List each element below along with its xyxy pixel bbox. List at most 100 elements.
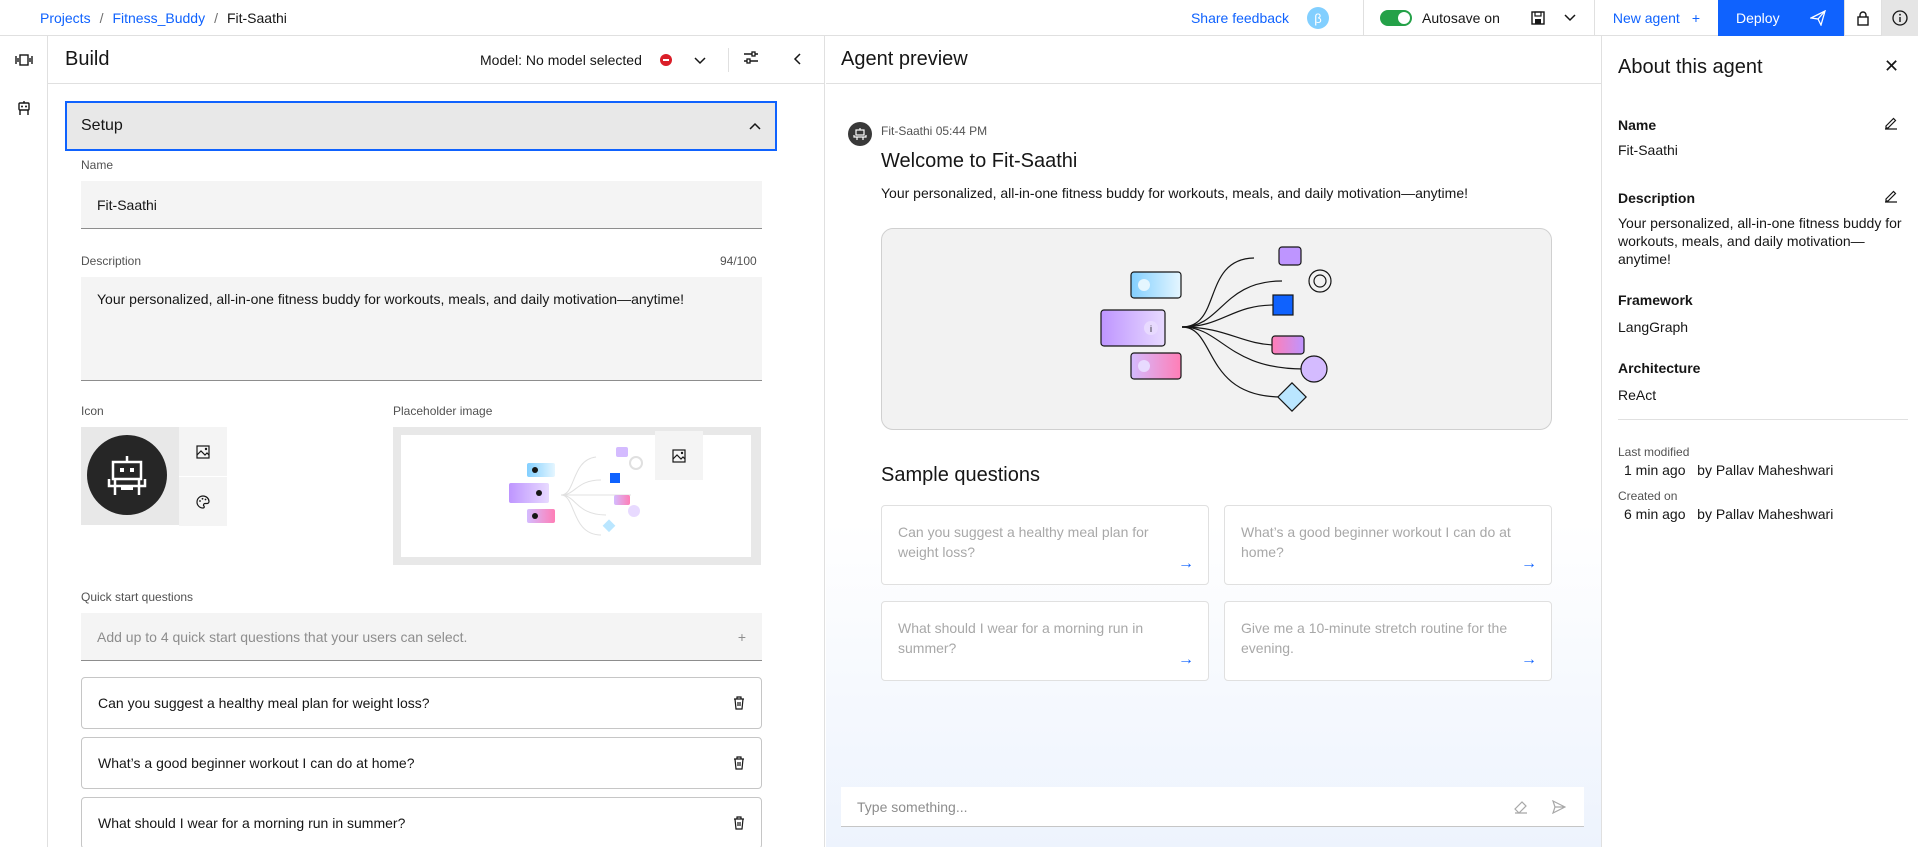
breadcrumb: Projects / Fitness_Buddy / Fit-Saathi xyxy=(40,0,287,36)
message-time: 05:44 PM xyxy=(935,124,988,138)
icon-preview xyxy=(81,427,179,525)
setup-title: Setup xyxy=(81,117,123,134)
trash-icon[interactable] xyxy=(733,696,745,710)
color-palette-icon[interactable] xyxy=(179,477,227,526)
top-bar: Projects / Fitness_Buddy / Fit-Saathi Sh… xyxy=(0,0,1918,36)
agent-preview-panel: Agent preview Fit-Saathi 05:44 PM Welcom… xyxy=(826,36,1601,847)
about-name-label: Name xyxy=(1618,117,1657,133)
breadcrumb-separator: / xyxy=(214,10,218,26)
error-icon xyxy=(659,53,672,66)
chat-tools xyxy=(1514,799,1566,814)
breadcrumb-projects[interactable]: Projects xyxy=(40,10,91,26)
chevron-down-icon[interactable] xyxy=(1556,0,1584,36)
build-title: Build xyxy=(65,48,110,70)
quick-start-item: Can you suggest a healthy meal plan for … xyxy=(81,677,762,729)
quick-start-input[interactable]: Add up to 4 quick start questions that y… xyxy=(81,613,762,661)
sample-question-card[interactable]: Can you suggest a healthy meal plan for … xyxy=(881,505,1209,585)
quick-start-text: Can you suggest a healthy meal plan for … xyxy=(98,695,430,711)
created-label: Created on xyxy=(1618,489,1678,503)
about-panel: About this agent ✕ Name Fit-Saathi Descr… xyxy=(1601,36,1918,847)
sample-question-text: What’s a good beginner workout I can do … xyxy=(1241,524,1511,560)
build-panel: Build Model: No model selected Setup Nam… xyxy=(48,36,825,847)
send-icon[interactable] xyxy=(1552,799,1566,814)
deploy-label: Deploy xyxy=(1736,10,1780,26)
info-icon[interactable] xyxy=(1881,0,1918,36)
chevron-down-icon[interactable] xyxy=(694,52,706,68)
description-label: Description xyxy=(81,254,142,268)
sample-question-card[interactable]: Give me a 10-minute stretch routine for … xyxy=(1224,601,1552,681)
name-label: Name xyxy=(81,158,114,172)
build-icon[interactable] xyxy=(0,36,48,84)
placeholder-image xyxy=(393,427,761,565)
autosave-label: Autosave on xyxy=(1422,10,1500,26)
sample-question-card[interactable]: What should I wear for a morning run in … xyxy=(881,601,1209,681)
edit-icon[interactable] xyxy=(1884,116,1898,133)
quick-start-label: Quick start questions xyxy=(81,590,194,604)
sample-question-text: What should I wear for a morning run in … xyxy=(898,620,1144,656)
check-icon: ✓ xyxy=(1384,11,1393,22)
last-modified-by: by Pallav Maheshwari xyxy=(1697,462,1834,478)
quick-start-item: What’s a good beginner workout I can do … xyxy=(81,737,762,789)
new-agent-button[interactable]: New agent + xyxy=(1595,0,1718,36)
description-value: Your personalized, all-in-one fitness bu… xyxy=(97,291,685,307)
sample-questions-title: Sample questions xyxy=(881,464,1040,486)
placeholder-label: Placeholder image xyxy=(393,404,493,418)
created-value: 6 min ago xyxy=(1624,506,1686,522)
quick-start-text: What’s a good beginner workout I can do … xyxy=(98,755,415,771)
eraser-icon[interactable] xyxy=(1514,800,1528,814)
build-header: Build Model: No model selected xyxy=(48,36,824,84)
close-icon[interactable]: ✕ xyxy=(1884,56,1899,77)
sample-question-text: Can you suggest a healthy meal plan for … xyxy=(898,524,1149,560)
edit-icon[interactable] xyxy=(1884,189,1898,206)
icon-label: Icon xyxy=(81,404,104,418)
breadcrumb-project[interactable]: Fitness_Buddy xyxy=(112,10,205,26)
quick-start-text: What should I wear for a morning run in … xyxy=(98,815,406,831)
quick-start-placeholder: Add up to 4 quick start questions that y… xyxy=(97,628,468,645)
sample-question-card[interactable]: What’s a good beginner workout I can do … xyxy=(1224,505,1552,585)
add-icon: + xyxy=(1691,10,1700,26)
preview-title: Agent preview xyxy=(841,48,968,70)
agent-avatar-icon xyxy=(848,122,872,146)
last-modified-row: 1 min ago by Pallav Maheshwari xyxy=(1624,462,1833,478)
share-feedback-link[interactable]: Share feedback xyxy=(1191,10,1289,26)
arrow-right-icon: → xyxy=(1178,651,1194,668)
name-value: Fit-Saathi xyxy=(97,196,157,213)
trash-icon[interactable] xyxy=(733,756,745,770)
description-field[interactable]: Your personalized, all-in-one fitness bu… xyxy=(81,277,762,381)
divider xyxy=(1618,419,1908,420)
model-label: Model: No model selected xyxy=(480,51,642,68)
arrow-right-icon: → xyxy=(1521,555,1537,572)
toggle-switch[interactable]: ✓ xyxy=(1380,10,1413,26)
preview-header: Agent preview xyxy=(826,36,1601,84)
image-upload-icon[interactable] xyxy=(179,427,227,476)
welcome-illustration: i xyxy=(881,228,1552,430)
add-icon[interactable]: + xyxy=(738,629,746,645)
about-description-label: Description xyxy=(1618,190,1696,206)
left-rail xyxy=(0,36,48,847)
breadcrumb-current: Fit-Saathi xyxy=(226,10,287,26)
model-selector[interactable]: Model: No model selected xyxy=(480,52,672,68)
sample-question-text: Give me a 10-minute stretch routine for … xyxy=(1241,620,1508,656)
about-description-value: Your personalized, all-in-one fitness bu… xyxy=(1618,215,1902,267)
deploy-button[interactable]: Deploy xyxy=(1718,0,1844,36)
save-icon[interactable] xyxy=(1520,0,1556,36)
name-field[interactable]: Fit-Saathi xyxy=(81,181,762,229)
chevron-up-icon xyxy=(749,122,761,130)
welcome-description: Your personalized, all-in-one fitness bu… xyxy=(881,185,1469,201)
chat-input[interactable]: Type something... xyxy=(841,787,1584,827)
about-name-value: Fit-Saathi xyxy=(1618,142,1678,158)
arrow-right-icon: → xyxy=(1521,651,1537,668)
setup-accordion-header[interactable]: Setup xyxy=(65,101,777,151)
breadcrumb-separator: / xyxy=(99,10,104,26)
collapse-panel-icon[interactable] xyxy=(793,52,801,68)
created-by: by Pallav Maheshwari xyxy=(1697,506,1834,522)
agent-icon[interactable] xyxy=(0,84,48,132)
image-upload-icon[interactable] xyxy=(655,431,703,480)
autosave-toggle[interactable]: ✓ Autosave on xyxy=(1364,10,1516,26)
welcome-title: Welcome to Fit-Saathi xyxy=(881,150,1078,172)
settings-sliders-icon[interactable] xyxy=(743,51,759,68)
lock-icon[interactable] xyxy=(1844,0,1881,36)
about-framework-value: LangGraph xyxy=(1618,319,1689,335)
trash-icon[interactable] xyxy=(733,816,745,830)
message-meta: Fit-Saathi 05:44 PM xyxy=(881,124,987,138)
